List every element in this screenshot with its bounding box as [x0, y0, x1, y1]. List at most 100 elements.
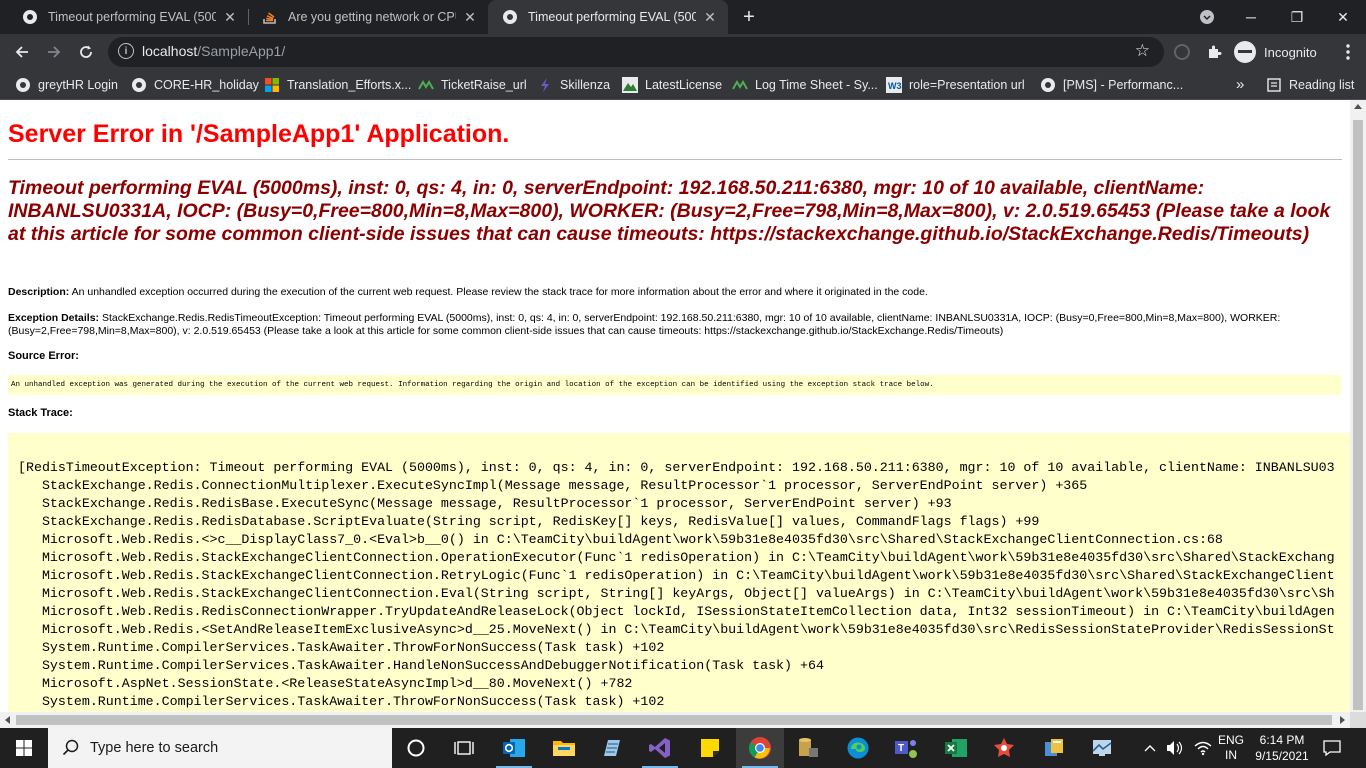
bookmark-role-presentation[interactable]: W3 role=Presentation url: [886, 70, 1025, 99]
minimize-button[interactable]: ─: [1228, 0, 1274, 34]
taskbar-excel[interactable]: [932, 728, 980, 768]
taskbar-app-notepad[interactable]: [588, 728, 636, 768]
tab-timeout-active[interactable]: Timeout performing EVAL (5000m ✕: [488, 0, 728, 34]
horizontal-scroll-thumb[interactable]: [16, 715, 1332, 725]
bookmark-label: Skillenza: [560, 77, 611, 92]
bookmarks-overflow-button[interactable]: »: [1236, 70, 1244, 99]
incognito-profile-button[interactable]: Incognito: [1234, 39, 1317, 65]
visual-studio-icon: [649, 738, 670, 758]
start-button[interactable]: [0, 728, 48, 768]
new-tab-button[interactable]: +: [738, 6, 760, 28]
clock[interactable]: 6:14 PM 9/15/2021: [1250, 728, 1314, 768]
close-tab-icon[interactable]: ✕: [222, 9, 238, 26]
site-info-icon[interactable]: i: [118, 43, 134, 59]
close-window-button[interactable]: ✕: [1320, 0, 1366, 34]
taskbar-search-box[interactable]: Type here to search: [48, 728, 392, 768]
chrome-page-icon: [22, 9, 38, 25]
stack-line: Microsoft.Web.Redis.<>c__DisplayClass7_0…: [18, 532, 1223, 547]
action-center-button[interactable]: [1322, 728, 1342, 768]
chrome-icon: [749, 737, 771, 759]
tab-search-button[interactable]: [1184, 0, 1230, 34]
extensions-puzzle-icon[interactable]: [1200, 38, 1228, 66]
url-text[interactable]: localhost/SampleApp1/: [142, 43, 285, 59]
forward-button[interactable]: [40, 38, 68, 66]
excel-icon: [945, 739, 967, 757]
stackoverflow-icon: [262, 9, 278, 25]
taskbar-app-package[interactable]: [1030, 728, 1078, 768]
bookmark-label: greytHR Login: [38, 77, 118, 92]
vertical-scrollbar[interactable]: [1350, 100, 1366, 712]
task-view-button[interactable]: [440, 728, 488, 768]
taskbar-chrome[interactable]: [736, 728, 784, 768]
close-tab-icon[interactable]: ✕: [702, 9, 718, 26]
close-tab-icon[interactable]: ✕: [462, 9, 478, 26]
url-host: localhost: [142, 43, 198, 59]
tab-timeout-1[interactable]: Timeout performing EVAL (5000m ✕: [8, 0, 248, 34]
clock-date: 9/15/2021: [1255, 749, 1309, 763]
taskbar-app-red[interactable]: [980, 728, 1028, 768]
scroll-up-arrow-icon[interactable]: [1354, 104, 1362, 109]
stack-line: StackExchange.Redis.RedisBase.ExecuteSyn…: [18, 496, 952, 511]
address-bar[interactable]: i localhost/SampleApp1/ ☆: [108, 37, 1164, 67]
chevron-up-icon: [1144, 745, 1156, 752]
outlook-icon: [503, 739, 525, 757]
database-tools-icon: [799, 738, 818, 757]
taskbar-sticky-notes[interactable]: [686, 728, 734, 768]
extension-status-icon[interactable]: [1168, 38, 1196, 66]
description-label: Description:: [8, 286, 70, 298]
scroll-right-arrow-icon[interactable]: [1340, 716, 1345, 724]
browser-toolbar: i localhost/SampleApp1/ ☆ Incognito: [0, 34, 1366, 70]
bookmark-label: Log Time Sheet - Sy...: [755, 77, 878, 92]
reload-icon: [80, 45, 92, 58]
bookmark-pms[interactable]: [PMS] - Performanc...: [1040, 70, 1183, 99]
svg-text:T: T: [898, 743, 904, 754]
bookmark-core-hr[interactable]: CORE-HR_holiday: [131, 70, 259, 99]
language-indicator[interactable]: ENG IN: [1218, 728, 1244, 768]
show-hidden-icons-button[interactable]: [1144, 728, 1156, 768]
vertical-scroll-thumb[interactable]: [1353, 120, 1363, 710]
reading-list-icon: [1267, 77, 1281, 92]
taskbar-file-explorer[interactable]: [540, 728, 588, 768]
chrome-menu-button[interactable]: [1334, 38, 1362, 66]
bookmark-label: CORE-HR_holiday: [154, 77, 259, 92]
tab-network-cpu[interactable]: Are you getting network or CPU b ✕: [248, 0, 488, 34]
teams-icon: T: [895, 740, 917, 758]
taskbar-app-network[interactable]: [1078, 728, 1126, 768]
bookmark-ticketraise[interactable]: TicketRaise_url: [418, 70, 527, 99]
bolt-icon: [541, 77, 549, 92]
reload-button[interactable]: [72, 38, 100, 66]
bookmark-skillenza[interactable]: Skillenza: [537, 70, 610, 99]
incognito-label: Incognito: [1264, 44, 1317, 60]
stack-line: StackExchange.Redis.RedisDatabase.Script…: [18, 514, 1040, 529]
bookmark-greythr[interactable]: greytHR Login: [15, 70, 118, 99]
reading-list-button[interactable]: Reading list: [1266, 70, 1354, 99]
back-button[interactable]: [8, 38, 36, 66]
bookmark-star-icon[interactable]: ☆: [1135, 41, 1150, 61]
notifications-icon: [1323, 740, 1341, 757]
bookmark-latestlicense[interactable]: LatestLicense: [622, 70, 722, 99]
horizontal-scrollbar[interactable]: [0, 712, 1350, 728]
bookmark-label: LatestLicense: [645, 77, 723, 92]
bookmarks-bar: greytHR Login CORE-HR_holiday Translatio…: [0, 70, 1366, 100]
stack-line: Microsoft.Web.Redis.StackExchangeClientC…: [18, 586, 1335, 601]
scroll-left-arrow-icon[interactable]: [5, 716, 10, 724]
taskbar-teams[interactable]: T: [882, 728, 930, 768]
cortana-button[interactable]: [392, 728, 440, 768]
network-button[interactable]: [1194, 728, 1212, 768]
svg-text:W3: W3: [888, 81, 902, 91]
stack-line: Microsoft.Web.Redis.StackExchangeClientC…: [18, 568, 1335, 583]
taskbar-visual-studio[interactable]: [636, 728, 684, 768]
taskbar-outlook[interactable]: [490, 728, 538, 768]
stack-line: Microsoft.Web.Redis.<SetAndReleaseItemEx…: [18, 622, 1335, 637]
bookmark-translation[interactable]: Translation_Efforts.x...: [264, 70, 411, 99]
volume-button[interactable]: [1166, 728, 1184, 768]
chrome-page-icon: [502, 9, 518, 25]
maximize-button[interactable]: ❐: [1274, 0, 1320, 34]
back-arrow-icon: [15, 46, 28, 58]
stack-line: Microsoft.AspNet.SessionState.<ReleaseSt…: [18, 676, 633, 691]
taskbar-edge[interactable]: [834, 728, 882, 768]
bookmark-timesheet[interactable]: Log Time Sheet - Sy...: [732, 70, 878, 99]
stack-line: System.Runtime.CompilerServices.TaskAwai…: [18, 640, 665, 655]
taskbar-app-tools[interactable]: [784, 728, 832, 768]
scrollbar-corner: [1350, 712, 1366, 728]
